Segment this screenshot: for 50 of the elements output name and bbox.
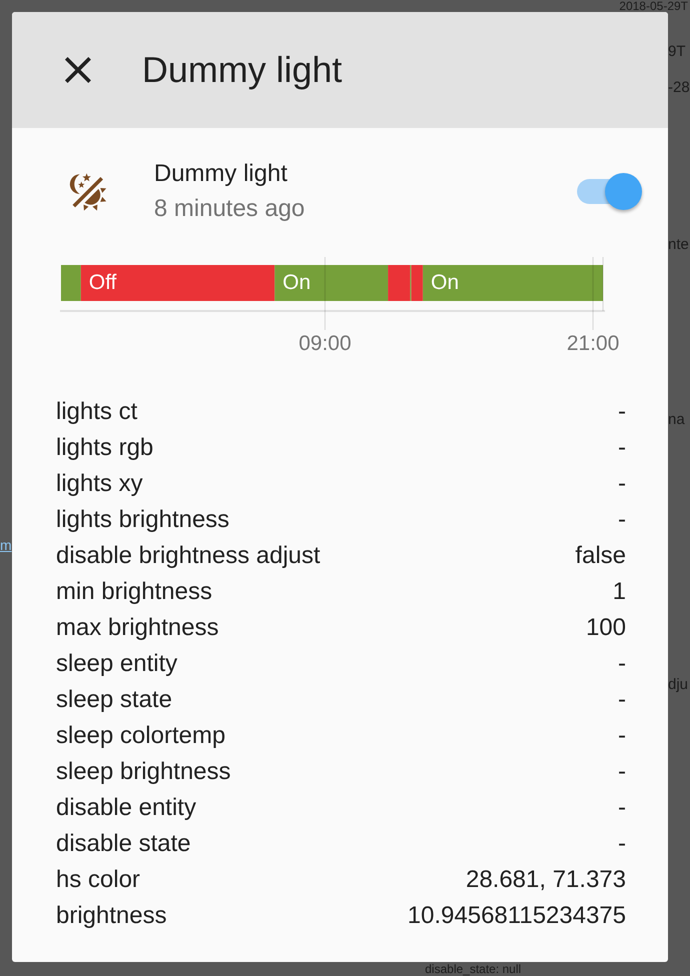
attribute-name: min brightness [56,577,212,607]
segment-label: Off [88,271,117,294]
attribute-name: lights brightness [56,505,230,535]
attribute-value: - [618,649,626,679]
segment-label: On [430,271,459,294]
attribute-name: sleep colortemp [56,721,226,751]
background-text: -28 [668,78,690,98]
last-changed-text: 8 minutes ago [154,194,305,224]
attribute-name: lights ct [56,397,138,427]
dialog-title: Dummy light [142,48,342,92]
segment-label: On [282,271,311,294]
attribute-value: 28.681, 71.373 [466,865,626,895]
attribute-name: sleep entity [56,649,178,679]
attribute-value: - [618,829,626,859]
attribute-value: false [575,541,626,571]
background-text: 9T [668,42,686,62]
attribute-name: sleep brightness [56,757,231,787]
attribute-value: - [618,721,626,751]
time-axis-label: 21:00 [566,332,620,355]
close-button[interactable] [65,57,91,83]
moon-and-sun-icon [69,172,107,210]
attribute-value: 100 [586,613,626,643]
attribute-name: disable state [56,829,191,859]
attribute-value: 1 [612,577,626,607]
attribute-name: disable brightness adjust [56,541,320,571]
attribute-value: - [618,469,626,499]
underlined-background-text: m [0,536,12,554]
background-text: dju [668,675,688,695]
attribute-name: lights rgb [56,433,154,463]
attribute-value: - [618,433,626,463]
attribute-name: lights xy [56,469,143,499]
attribute-value: - [618,505,626,535]
time-axis-label: 09:00 [298,332,352,355]
attribute-value: 10.94568115234375 [408,901,626,931]
background-text: 2018-05-29T [619,0,688,12]
background-text: na [668,410,685,430]
attribute-name: sleep state [56,685,172,715]
attribute-value: - [618,757,626,787]
attribute-name: brightness [56,901,167,931]
attribute-value: - [618,397,626,427]
background-text: disable_state: null [425,963,522,976]
background-text: nte [668,235,689,255]
attribute-name: max brightness [56,613,219,643]
attribute-name: hs color [56,865,140,895]
attribute-name: disable entity [56,793,196,823]
entity-name: Dummy light [154,159,288,189]
close-icon [65,57,91,83]
attribute-value: - [618,793,626,823]
attribute-value: - [618,685,626,715]
toggle-switch[interactable] [577,173,642,210]
